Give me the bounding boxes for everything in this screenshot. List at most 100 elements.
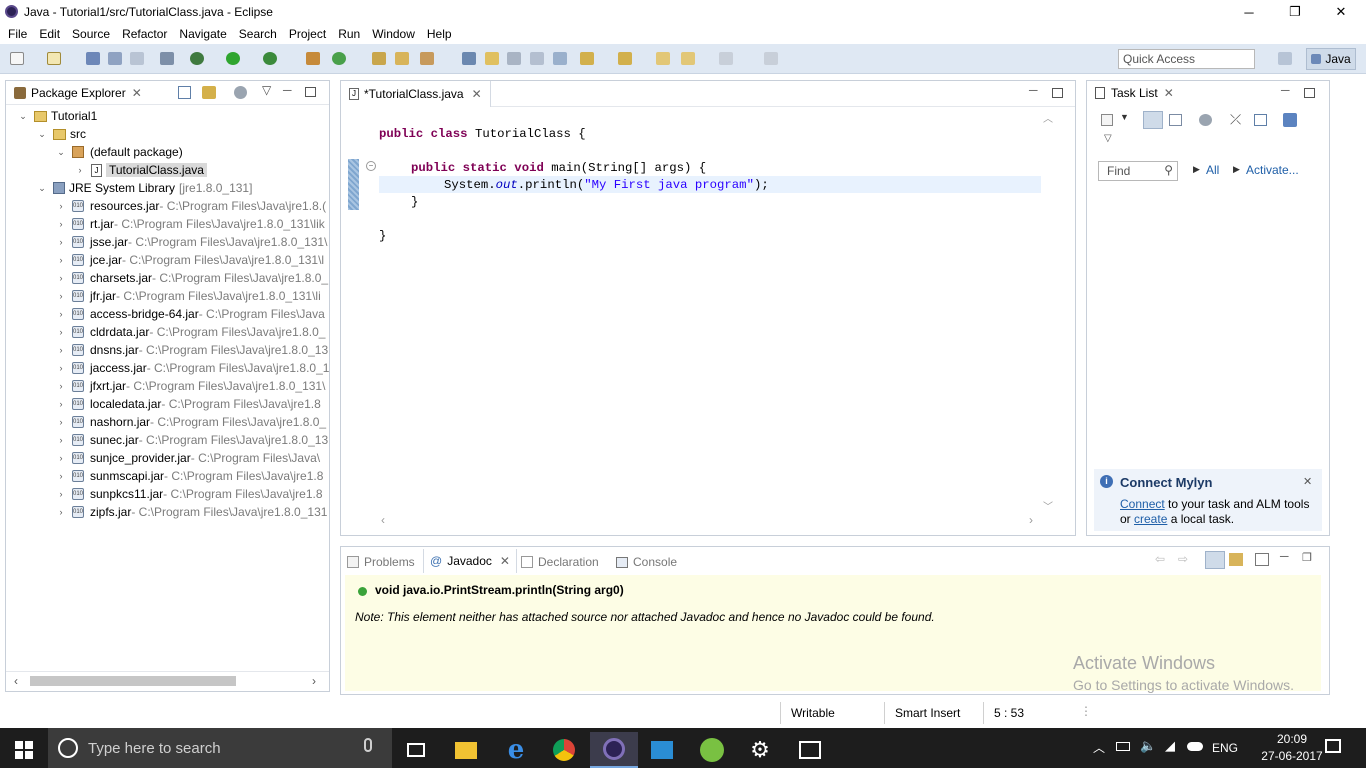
forward-icon[interactable]: ⇨ xyxy=(1178,552,1188,566)
link-editor-icon[interactable] xyxy=(202,86,216,99)
tree-jar[interactable]: › 010 zipfs.jar - C:\Program Files\Java\jr… xyxy=(6,503,328,521)
collapse-arrow-icon[interactable]: › xyxy=(56,255,66,265)
block-select-icon[interactable] xyxy=(507,52,521,65)
menu-refactor[interactable]: Refactor xyxy=(116,27,173,41)
debug-icon[interactable] xyxy=(190,52,204,65)
scroll-thumb[interactable] xyxy=(30,676,236,686)
onedrive-icon[interactable] xyxy=(1187,742,1203,751)
run-icon[interactable] xyxy=(226,52,240,65)
tree-jar[interactable]: › 010 jce.jar - C:\Program Files\Java\jre1… xyxy=(6,251,325,269)
tab-javadoc[interactable]: @ Javadoc ✕ xyxy=(423,549,517,573)
edge-icon[interactable]: e xyxy=(492,732,540,768)
package-explorer-tab[interactable]: Package Explorer ✕ ▽ ─ xyxy=(6,81,329,105)
tree-jar[interactable]: › 010 sunjce_provider.jar - C:\Program Fil… xyxy=(6,449,321,467)
menu-project[interactable]: Project xyxy=(283,27,332,41)
scroll-right-icon[interactable]: › xyxy=(312,674,316,688)
scroll-right-icon[interactable]: › xyxy=(1029,513,1033,527)
taskbar-date[interactable]: 27-06-2017 xyxy=(1258,749,1326,763)
app-window-icon[interactable] xyxy=(638,732,686,768)
scroll-left-icon[interactable]: ‹ xyxy=(381,513,385,527)
menu-run[interactable]: Run xyxy=(332,27,366,41)
back-icon[interactable] xyxy=(681,52,695,65)
show-whitespace-icon[interactable] xyxy=(530,52,544,65)
new-class-icon[interactable] xyxy=(332,52,346,65)
maximize-view-icon[interactable] xyxy=(305,87,316,97)
save-all-icon[interactable] xyxy=(108,52,122,65)
tree-src[interactable]: ⌄ src xyxy=(6,125,86,143)
close-tab-icon[interactable]: ✕ xyxy=(132,86,142,100)
connect-link[interactable]: Connect xyxy=(1120,497,1165,511)
tree-jar[interactable]: › 010 jfr.jar - C:\Program Files\Java\jre1… xyxy=(6,287,321,305)
status-grip-icon[interactable]: ⋮ xyxy=(1080,704,1092,718)
editor-tab[interactable]: J *TutorialClass.java ✕ xyxy=(341,81,491,107)
prev-annotation-icon[interactable] xyxy=(618,52,632,65)
settings-gear-icon[interactable]: ⚙ xyxy=(736,732,784,768)
chevron-down-icon[interactable]: ▼ xyxy=(1120,112,1129,122)
notifications-icon[interactable] xyxy=(1325,739,1341,753)
tree-jre[interactable]: ⌄ JRE System Library [jre1.8.0_131] xyxy=(6,179,252,197)
photos-icon[interactable] xyxy=(786,732,834,768)
search-icon[interactable] xyxy=(420,52,434,65)
show-hidden-icons-icon[interactable]: ︿ xyxy=(1093,739,1105,756)
open-attached-javadoc-icon[interactable] xyxy=(1229,553,1243,566)
chevron-down-icon[interactable]: ▽ xyxy=(262,83,271,97)
paragraph-icon[interactable] xyxy=(553,52,567,65)
battery-icon[interactable] xyxy=(1116,742,1130,751)
open-perspective-icon[interactable] xyxy=(1278,52,1292,65)
taskbar-search-box[interactable]: Type here to search xyxy=(48,728,392,768)
tab-console[interactable]: Console xyxy=(616,555,677,569)
categorized-icon[interactable] xyxy=(1143,111,1163,129)
print-icon[interactable] xyxy=(130,52,144,65)
tree-jar[interactable]: › 010 jsse.jar - C:\Program Files\Java\jre… xyxy=(6,233,328,251)
minimize-view-icon[interactable]: ─ xyxy=(1280,549,1289,563)
minimize-view-icon[interactable]: ─ xyxy=(1281,83,1290,97)
new-package-icon[interactable] xyxy=(47,52,61,65)
task-view-icon[interactable] xyxy=(392,732,440,768)
back-icon[interactable]: ⇦ xyxy=(1155,552,1165,566)
restore-button[interactable]: ❐ xyxy=(1272,0,1318,24)
last-edit-icon[interactable] xyxy=(656,52,670,65)
chevron-right-icon[interactable]: ▶ xyxy=(1193,164,1200,175)
tree-package[interactable]: ⌄ (default package) xyxy=(6,143,183,161)
tree-jar[interactable]: › 010 charsets.jar - C:\Program Files\Java… xyxy=(6,269,329,287)
collapse-arrow-icon[interactable]: › xyxy=(56,309,66,319)
task-list-tab[interactable]: Task List ✕ ─ xyxy=(1087,81,1329,105)
menu-help[interactable]: Help xyxy=(421,27,458,41)
menu-navigate[interactable]: Navigate xyxy=(173,27,232,41)
horizontal-scrollbar[interactable]: ‹ › xyxy=(6,671,329,689)
focus-icon[interactable] xyxy=(1199,114,1212,126)
collapse-arrow-icon[interactable]: › xyxy=(56,291,66,301)
tree-jar[interactable]: › 010 jaccess.jar - C:\Program Files\Java\… xyxy=(6,359,330,377)
collapse-arrow-icon[interactable]: › xyxy=(56,273,66,283)
all-filter-link[interactable]: All xyxy=(1206,163,1219,177)
tab-declaration[interactable]: Declaration xyxy=(521,555,599,569)
activate-link[interactable]: Activate... xyxy=(1246,163,1299,177)
menu-search[interactable]: Search xyxy=(233,27,283,41)
collapse-arrow-icon[interactable]: › xyxy=(56,399,66,409)
minimize-button[interactable]: ─ xyxy=(1226,0,1272,24)
menu-file[interactable]: File xyxy=(2,27,33,41)
close-tab-icon[interactable]: ✕ xyxy=(1164,86,1174,100)
hide-completed-icon[interactable]: ⤫ xyxy=(1230,111,1241,128)
scroll-up-icon[interactable]: ︿ xyxy=(1043,110,1053,125)
forward-icon[interactable] xyxy=(719,52,733,65)
maximize-view-icon[interactable] xyxy=(1052,88,1063,98)
tree-jar[interactable]: › 010 cldrdata.jar - C:\Program Files\Java… xyxy=(6,323,326,341)
menu-edit[interactable]: Edit xyxy=(33,27,66,41)
tree-jar[interactable]: › 010 jfxrt.jar - C:\Program Files\Java\jr… xyxy=(6,377,326,395)
view-menu-icon[interactable]: ▽ xyxy=(1104,133,1112,144)
scheduled-icon[interactable] xyxy=(1169,114,1182,126)
tree-jar[interactable]: › 010 resources.jar - C:\Program Files\Jav… xyxy=(6,197,327,215)
menu-window[interactable]: Window xyxy=(366,27,421,41)
collapse-arrow-icon[interactable]: › xyxy=(56,453,66,463)
microphone-icon[interactable] xyxy=(364,738,372,752)
pin-editor-icon[interactable] xyxy=(764,52,778,65)
collapse-arrow-icon[interactable]: › xyxy=(56,327,66,337)
menu-source[interactable]: Source xyxy=(66,27,116,41)
scroll-down-icon[interactable]: ﹀ xyxy=(1043,498,1053,513)
tree-jar[interactable]: › 010 sunmscapi.jar - C:\Program Files\Jav… xyxy=(6,467,324,485)
collapse-arrow-icon[interactable]: › xyxy=(56,201,66,211)
mark-occurrences-icon[interactable] xyxy=(485,52,499,65)
maximize-view-icon[interactable] xyxy=(1304,88,1315,98)
collapse-arrow-icon[interactable]: › xyxy=(56,507,66,517)
